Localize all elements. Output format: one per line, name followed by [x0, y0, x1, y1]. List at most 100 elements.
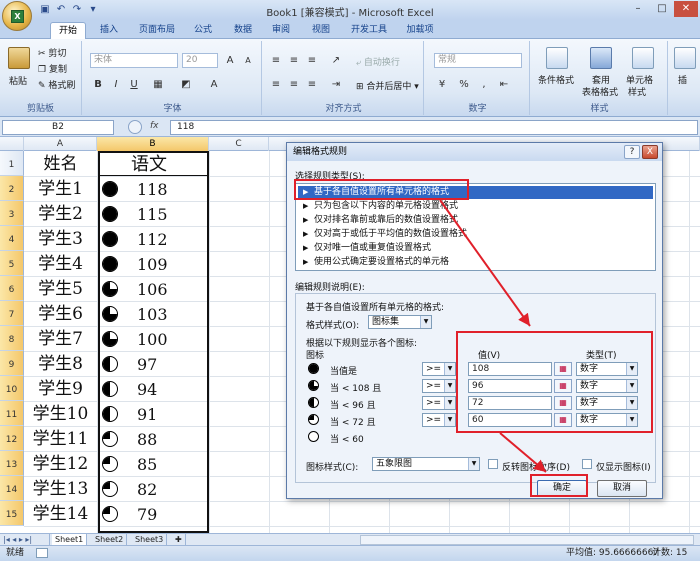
operator-select[interactable]: >= ▼	[422, 379, 456, 393]
wrap-text-button[interactable]: ⤶ 自动换行	[356, 55, 400, 68]
align-right-icon[interactable]: ≡	[304, 77, 320, 92]
align-top-icon[interactable]: ≡	[268, 53, 284, 68]
cancel-button[interactable]: 取消	[597, 480, 647, 497]
close-button[interactable]: ✕	[674, 1, 698, 17]
insert-cells-button[interactable]: 插	[678, 73, 687, 86]
row-header[interactable]: 5	[0, 251, 24, 276]
fx-icon[interactable]: fx	[150, 121, 159, 131]
range-select-icon[interactable]: ▦	[554, 362, 572, 376]
ok-button[interactable]: 确定	[537, 480, 587, 497]
rule-type-item[interactable]: ▶ 仅对高于或低于平均值的数值设置格式	[298, 228, 653, 241]
cell-a[interactable]: 学生6	[24, 302, 97, 327]
table-format-button[interactable]: 表格格式	[582, 85, 618, 98]
range-select-icon[interactable]: ▦	[554, 396, 572, 410]
operator-select[interactable]: >= ▼	[422, 413, 456, 427]
name-box[interactable]: B2	[2, 120, 114, 135]
cell-style-button[interactable]: 样式	[628, 85, 646, 98]
formula-input[interactable]: 118	[170, 120, 698, 135]
italic-button[interactable]: I	[108, 77, 124, 92]
cell-a[interactable]: 学生7	[24, 327, 97, 352]
paste-button[interactable]: 粘贴	[9, 74, 27, 87]
underline-button[interactable]: U	[126, 77, 142, 92]
office-button[interactable]: X	[2, 1, 32, 31]
format-painter-button[interactable]: ✎ 格式刷	[38, 78, 75, 91]
cell-a[interactable]: 学生13	[24, 477, 97, 502]
type-select[interactable]: 数字 ▼	[576, 379, 638, 393]
currency-icon[interactable]: ¥	[434, 77, 450, 92]
cell-a[interactable]: 学生12	[24, 452, 97, 477]
row-header[interactable]: 6	[0, 276, 24, 301]
type-select[interactable]: 数字 ▼	[576, 362, 638, 376]
range-select-icon[interactable]: ▦	[554, 379, 572, 393]
value-input[interactable]: 108	[468, 362, 552, 376]
percent-button[interactable]: %	[456, 77, 472, 92]
tab-insert[interactable]: 插入	[94, 22, 124, 39]
rule-type-item[interactable]: ▶ 只为包含以下内容的单元格设置格式	[298, 200, 653, 213]
copy-button[interactable]: ❐ 复制	[38, 62, 67, 75]
cell-a[interactable]: 学生4	[24, 252, 97, 277]
format-style-select[interactable]: 图标集 ▼	[368, 315, 432, 329]
tab-addins[interactable]: 加载项	[400, 22, 440, 39]
maximize-button[interactable]: □	[650, 1, 674, 17]
row-header[interactable]: 3	[0, 201, 24, 226]
rule-type-item[interactable]: ▶ 基于各自值设置所有单元格的格式	[298, 186, 653, 199]
indent-icon[interactable]: ⇥	[328, 77, 344, 92]
row-header[interactable]: 15	[0, 501, 24, 526]
range-select-icon[interactable]: ▦	[554, 413, 572, 427]
operator-select[interactable]: >= ▼	[422, 396, 456, 410]
row-header[interactable]: 4	[0, 226, 24, 251]
select-all-corner[interactable]	[0, 137, 24, 151]
show-icon-only-checkbox[interactable]	[582, 459, 592, 469]
row-header[interactable]: 8	[0, 326, 24, 351]
column-header-b[interactable]: B	[97, 137, 209, 151]
cell-a[interactable]: 学生8	[24, 352, 97, 377]
value-input[interactable]: 96	[468, 379, 552, 393]
row-header[interactable]: 7	[0, 301, 24, 326]
conditional-format-button[interactable]: 条件格式	[538, 73, 574, 86]
tab-developer[interactable]: 开发工具	[346, 22, 392, 39]
tab-formulas[interactable]: 公式	[188, 22, 218, 39]
cell-a[interactable]: 姓名	[24, 152, 97, 177]
row-header[interactable]: 1	[0, 151, 24, 176]
cell-a[interactable]: 学生1	[24, 177, 97, 202]
align-center-icon[interactable]: ≡	[286, 77, 302, 92]
row-header[interactable]: 2	[0, 176, 24, 201]
row-header[interactable]: 13	[0, 451, 24, 476]
column-header-c[interactable]: C	[209, 137, 269, 151]
row-header[interactable]: 11	[0, 401, 24, 426]
row-header[interactable]: 12	[0, 426, 24, 451]
grow-font-button[interactable]: A	[222, 53, 238, 68]
decimal-icon[interactable]: ⇤	[496, 77, 512, 92]
value-input[interactable]: 60	[468, 413, 552, 427]
comma-button[interactable]: ,	[476, 77, 492, 92]
cell-a[interactable]: 学生9	[24, 377, 97, 402]
cell-a[interactable]: 学生10	[24, 402, 97, 427]
cell-style-icon[interactable]	[632, 47, 654, 69]
help-button[interactable]: ?	[624, 145, 640, 159]
macro-record-icon[interactable]	[36, 548, 48, 558]
rule-type-item[interactable]: ▶ 使用公式确定要设置格式的单元格	[298, 256, 653, 269]
cut-button[interactable]: ✂ 剪切	[38, 46, 66, 59]
align-left-icon[interactable]: ≡	[268, 77, 284, 92]
row-header[interactable]: 9	[0, 351, 24, 376]
column-header-a[interactable]: A	[24, 137, 97, 151]
merge-center-button[interactable]: ⊞ 合并后居中 ▾	[356, 79, 419, 92]
type-select[interactable]: 数字 ▼	[576, 413, 638, 427]
cell-a[interactable]: 学生14	[24, 502, 97, 527]
type-select[interactable]: 数字 ▼	[576, 396, 638, 410]
minimize-button[interactable]: –	[626, 1, 650, 17]
dialog-close-button[interactable]: X	[642, 145, 658, 159]
formula-cancel-icon[interactable]	[128, 120, 142, 134]
orientation-icon[interactable]: ↗	[328, 53, 344, 68]
number-format-combo[interactable]: 常规	[434, 53, 522, 68]
font-size-combo[interactable]: 20	[182, 53, 218, 68]
reverse-order-checkbox[interactable]	[488, 459, 498, 469]
icon-style-select[interactable]: 五象限图 ▼	[372, 457, 480, 471]
rule-type-item[interactable]: ▶ 仅对唯一值或重复值设置格式	[298, 242, 653, 255]
align-bottom-icon[interactable]: ≡	[304, 53, 320, 68]
font-color-button[interactable]: A	[206, 77, 222, 92]
horizontal-scrollbar[interactable]	[360, 535, 694, 545]
tab-data[interactable]: 数据	[228, 22, 258, 39]
tab-view[interactable]: 视图	[306, 22, 336, 39]
conditional-format-icon[interactable]	[546, 47, 568, 69]
